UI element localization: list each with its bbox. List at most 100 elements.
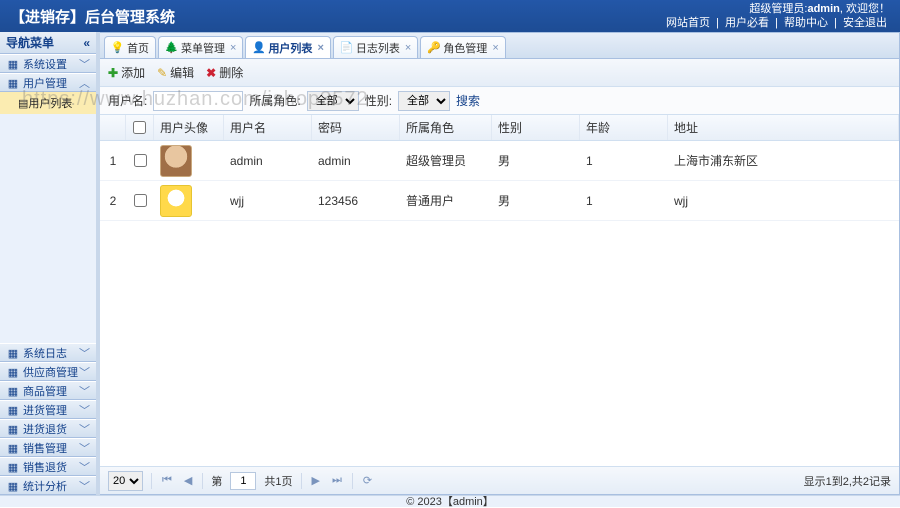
search-role-label: 所属角色: [249,92,300,109]
table-row[interactable]: 1adminadmin超级管理员男1上海市浦东新区 [100,141,899,181]
close-icon[interactable]: × [405,42,411,54]
admin-name: admin [807,3,839,15]
cell-index: 1 [100,141,126,180]
sidebar-item-saleret[interactable]: ▦销售退货﹀ [0,457,96,476]
pager: 20 ⏮ ◀ 第 共1页 ▶ ⏭ ⟳ 显示1到2,共2记录 [100,466,899,494]
page-input[interactable] [230,472,256,490]
tab-user[interactable]: 👤用户列表× [245,36,330,58]
cell-username: admin [224,141,312,180]
sidebar-item-goods[interactable]: ▦商品管理﹀ [0,381,96,400]
sidebar-item-supplier[interactable]: ▦供应商管理﹀ [0,362,96,381]
chevron-up-icon: ︿ [79,75,90,91]
tab-role[interactable]: 🔑角色管理 × [420,36,505,58]
col-avatar: 用户头像 [154,115,224,140]
close-icon[interactable]: × [492,42,498,54]
sidebar-item-sale[interactable]: ▦销售管理﹀ [0,438,96,457]
saleret-icon: ▦ [6,460,20,474]
table-row[interactable]: 2wjj123456普通用户男1wjj [100,181,899,221]
toolbar: ✚添加 ✎编辑 ✖删除 [100,59,899,87]
chevron-down-icon: ﹀ [79,459,90,475]
tree-icon: 🌲 [165,41,178,54]
cell-age: 1 [580,181,668,220]
sidebar-item-in[interactable]: ▦进货管理﹀ [0,400,96,419]
col-role: 所属角色 [400,115,492,140]
close-icon[interactable]: × [230,42,236,54]
sidebar-item-chart[interactable]: ▦统计分析﹀ [0,476,96,495]
row-checkbox[interactable] [134,194,147,207]
col-username: 用户名 [224,115,312,140]
tab-tree[interactable]: 🌲菜单管理 × [158,36,243,58]
delete-button[interactable]: ✖删除 [206,64,243,81]
search-sex-label: 性别: [365,92,392,109]
nav-title: 导航菜单 « [0,32,96,54]
chevron-down-icon: ﹀ [79,440,90,456]
col-age: 年龄 [580,115,668,140]
search-role-select[interactable]: 全部 [307,91,359,111]
search-sex-select[interactable]: 全部 [398,91,450,111]
chevron-down-icon: ﹀ [79,345,90,361]
edit-button[interactable]: ✎编辑 [157,64,194,81]
link-must-read[interactable]: 用户必看 [725,17,769,29]
chevron-down-icon: ﹀ [79,383,90,399]
header-right: 超级管理员:admin, 欢迎您！ 网站首页 | 用户必看 | 帮助中心 | 安… [663,2,890,30]
welcome-text: , 欢迎您！ [840,3,890,15]
chevron-down-icon: ﹀ [79,478,90,494]
add-button[interactable]: ✚添加 [108,64,145,81]
cell-addr: 上海市浦东新区 [668,141,899,180]
search-name-input[interactable] [153,91,243,111]
sidebar-item-log[interactable]: ▦系统日志﹀ [0,343,96,362]
plus-icon: ✚ [108,66,118,80]
search-button[interactable]: 搜索 [456,92,480,109]
col-addr: 地址 [668,115,899,140]
total-pages: 共1页 [264,473,292,489]
link-logout[interactable]: 安全退出 [843,17,887,29]
log-icon: ▦ [6,346,20,360]
tab-bar: 💡首页🌲菜单管理×👤用户列表×📄日志列表×🔑角色管理× [100,33,899,59]
sale-icon: ▦ [6,441,20,455]
sidebar-item-user[interactable]: ▦用户管理︿ [0,73,96,92]
cell-sex: 男 [492,141,580,180]
pager-info: 显示1到2,共2记录 [804,473,891,489]
search-bar: 用户名: 所属角色: 全部 性别: 全部 搜索 [100,87,899,115]
collapse-icon[interactable]: « [83,36,90,50]
first-page-button[interactable]: ⏮ [160,474,174,487]
goods-icon: ▦ [6,384,20,398]
link-home[interactable]: 网站首页 [666,17,710,29]
sidebar-sub-item[interactable]: ▤ 用户列表 [0,92,96,114]
role-icon: 🔑 [427,41,440,54]
admin-label: 超级管理员: [749,3,807,15]
app-header: 【进销存】后台管理系统 超级管理员:admin, 欢迎您！ 网站首页 | 用户必… [0,0,900,32]
close-icon[interactable]: × [317,42,323,54]
tab-label: 菜单管理 [181,40,225,56]
tab-label: 首页 [127,40,149,56]
tab-bulb[interactable]: 💡首页 [104,36,156,58]
refresh-button[interactable]: ⟳ [361,474,374,487]
tab-log[interactable]: 📄日志列表 × [333,36,418,58]
user-icon: ▦ [6,76,20,90]
sidebar-item-inret[interactable]: ▦进货退货﹀ [0,419,96,438]
last-page-button[interactable]: ⏭ [330,474,344,487]
tab-label: 角色管理 [443,40,487,56]
link-help[interactable]: 帮助中心 [784,17,828,29]
pencil-icon: ✎ [157,66,167,80]
footer: © 2023【admin】 [0,495,900,507]
main-panel: 💡首页🌲菜单管理×👤用户列表×📄日志列表×🔑角色管理× ✚添加 ✎编辑 ✖删除 … [100,32,900,495]
col-checkbox [126,115,154,140]
sidebar: 导航菜单 « ▦系统设置﹀▦用户管理︿▤ 用户列表 ▦系统日志﹀▦供应商管理﹀▦商… [0,32,100,495]
prev-page-button[interactable]: ◀ [182,474,194,487]
cell-addr: wjj [668,181,899,220]
inret-icon: ▦ [6,422,20,436]
cell-password: admin [312,141,400,180]
cross-icon: ✖ [206,66,216,80]
page-size-select[interactable]: 20 [108,471,143,491]
chevron-down-icon: ﹀ [79,56,90,72]
page-label: 第 [211,473,222,489]
sidebar-item-gear[interactable]: ▦系统设置﹀ [0,54,96,73]
select-all-checkbox[interactable] [133,121,146,134]
cell-sex: 男 [492,181,580,220]
next-page-button[interactable]: ▶ [310,474,322,487]
row-checkbox[interactable] [134,154,147,167]
col-index [100,115,126,140]
tab-label: 日志列表 [356,40,400,56]
log-icon: 📄 [340,41,353,54]
